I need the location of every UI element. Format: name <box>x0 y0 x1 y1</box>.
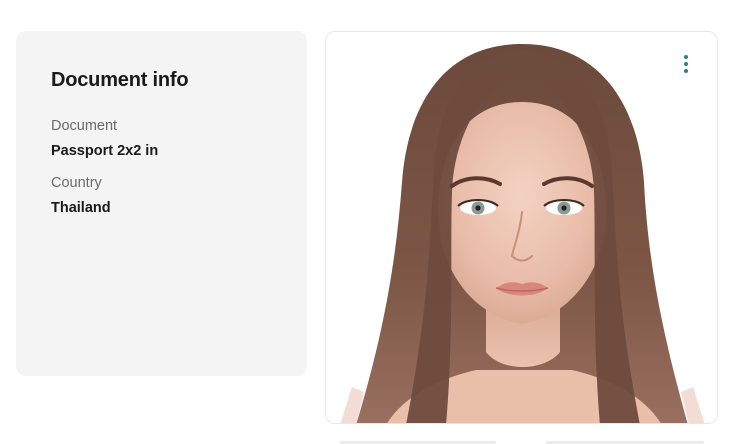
page: Document info Document Passport 2x2 in C… <box>0 0 735 444</box>
document-info-card: Document info Document Passport 2x2 in C… <box>16 31 307 376</box>
country-label: Country <box>51 175 102 191</box>
document-label: Document <box>51 118 118 134</box>
document-field: Document Passport 2x2 in <box>51 118 272 159</box>
kebab-dot-icon <box>684 69 688 73</box>
passport-photo <box>326 32 717 423</box>
country-value: Thailand <box>51 200 111 216</box>
document-value: Passport 2x2 in <box>51 143 159 159</box>
kebab-dot-icon <box>684 55 688 59</box>
more-options-button[interactable] <box>677 52 695 76</box>
photo-preview-card[interactable] <box>325 31 718 424</box>
country-field: Country Thailand <box>51 175 272 216</box>
kebab-dot-icon <box>684 62 688 66</box>
document-info-title: Document info <box>51 69 189 91</box>
